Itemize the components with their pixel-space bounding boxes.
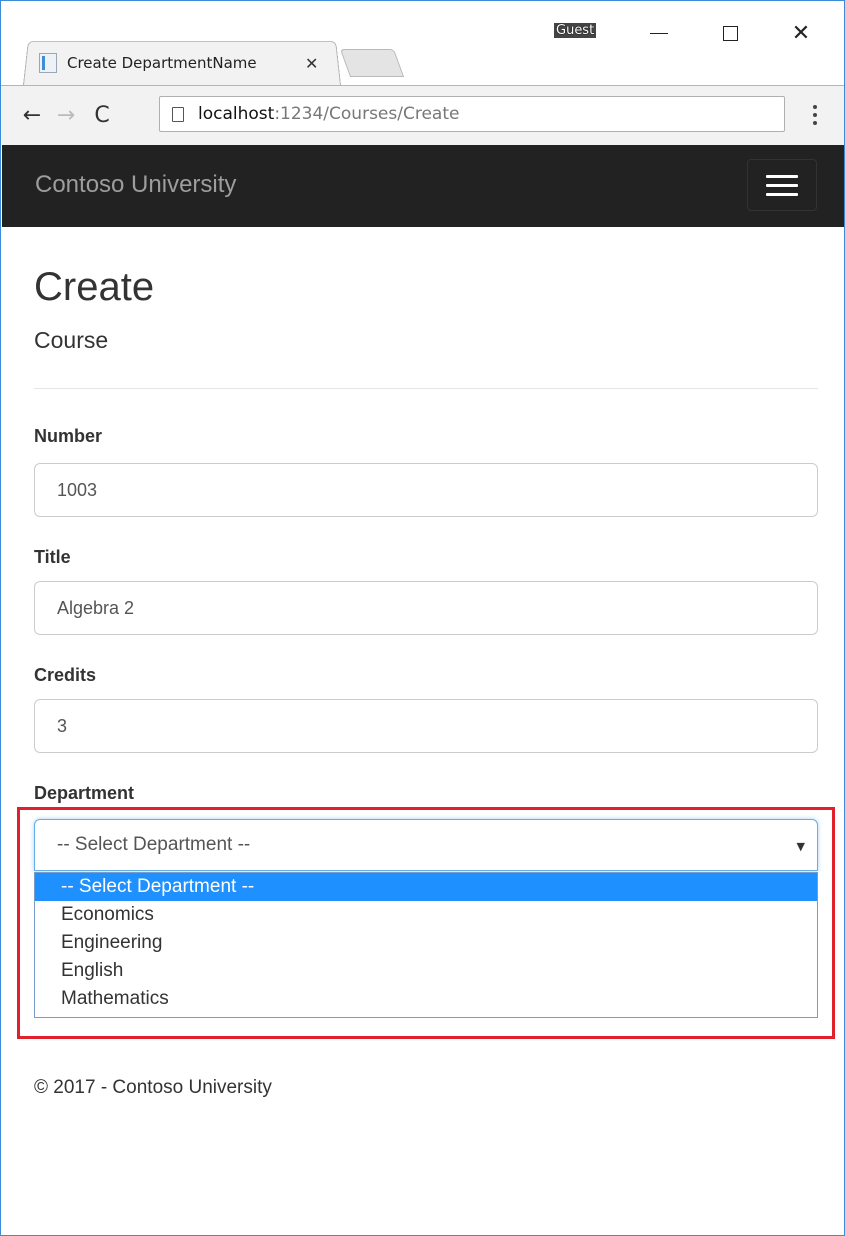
menu-dot-icon (813, 121, 817, 125)
credits-input[interactable]: 3 (34, 699, 818, 753)
maximize-button[interactable] (707, 15, 753, 51)
department-option[interactable]: Engineering (35, 929, 817, 957)
hamburger-icon (766, 192, 798, 196)
page-title: Create (34, 265, 155, 309)
menu-dot-icon (813, 105, 817, 109)
forward-button[interactable]: → (51, 100, 81, 130)
minimize-icon (650, 32, 668, 34)
department-select-value: -- Select Department -- (57, 834, 251, 855)
url-path: :1234/Courses/Create (274, 104, 460, 124)
browser-toolbar: ← → C localhost:1234/Courses/Create (1, 85, 844, 145)
department-select[interactable]: -- Select Department -- ▼ (34, 819, 818, 871)
reload-button[interactable]: C (87, 100, 117, 130)
profile-badge[interactable]: Guest (554, 23, 597, 38)
number-input[interactable]: 1003 (34, 463, 818, 517)
url-host: localhost (198, 104, 275, 124)
department-option[interactable]: -- Select Department -- (35, 873, 817, 901)
department-option[interactable]: Economics (35, 901, 817, 929)
page-subtitle: Course (34, 327, 109, 353)
tab-content[interactable]: Create DepartmentName ✕ (39, 45, 329, 81)
department-dropdown-list: -- Select Department -- Economics Engine… (34, 872, 818, 1018)
maximize-icon (722, 25, 738, 41)
title-label: Title (34, 547, 71, 567)
footer-text: © 2017 - Contoso University (34, 1077, 272, 1098)
arrow-left-icon: ← (22, 102, 42, 128)
close-icon: ✕ (791, 20, 811, 46)
divider (34, 388, 818, 389)
hamburger-icon (766, 183, 798, 187)
close-window-button[interactable]: ✕ (778, 15, 824, 51)
tab-close-icon[interactable]: ✕ (305, 54, 318, 73)
department-option[interactable]: English (35, 957, 817, 985)
title-bar: Create DepartmentName ✕ Guest ✕ (1, 1, 844, 85)
site-navbar: Contoso University (2, 145, 844, 227)
title-input[interactable]: Algebra 2 (34, 581, 818, 635)
brand-link[interactable]: Contoso University (35, 171, 236, 199)
address-bar[interactable]: localhost:1234/Courses/Create (159, 96, 785, 132)
hamburger-icon (766, 174, 798, 178)
menu-dot-icon (813, 113, 817, 117)
browser-menu-button[interactable] (803, 100, 827, 130)
tab-title[interactable]: Create DepartmentName (67, 54, 299, 72)
page-icon (172, 106, 184, 122)
department-option[interactable]: Mathematics (35, 985, 817, 1013)
minimize-button[interactable] (636, 15, 682, 51)
reload-icon: C (94, 102, 110, 128)
new-tab-button[interactable] (339, 49, 405, 77)
back-button[interactable]: ← (17, 100, 47, 130)
department-label: Department (34, 783, 135, 803)
credits-label: Credits (34, 665, 97, 685)
dropdown-arrow-icon: ▼ (796, 840, 805, 853)
number-label: Number (34, 426, 103, 446)
browser-window: Create DepartmentName ✕ Guest ✕ ← → C lo… (0, 0, 845, 1236)
page-favicon-icon (39, 53, 57, 73)
arrow-right-icon: → (56, 102, 76, 128)
navbar-toggle-button[interactable] (747, 159, 817, 211)
